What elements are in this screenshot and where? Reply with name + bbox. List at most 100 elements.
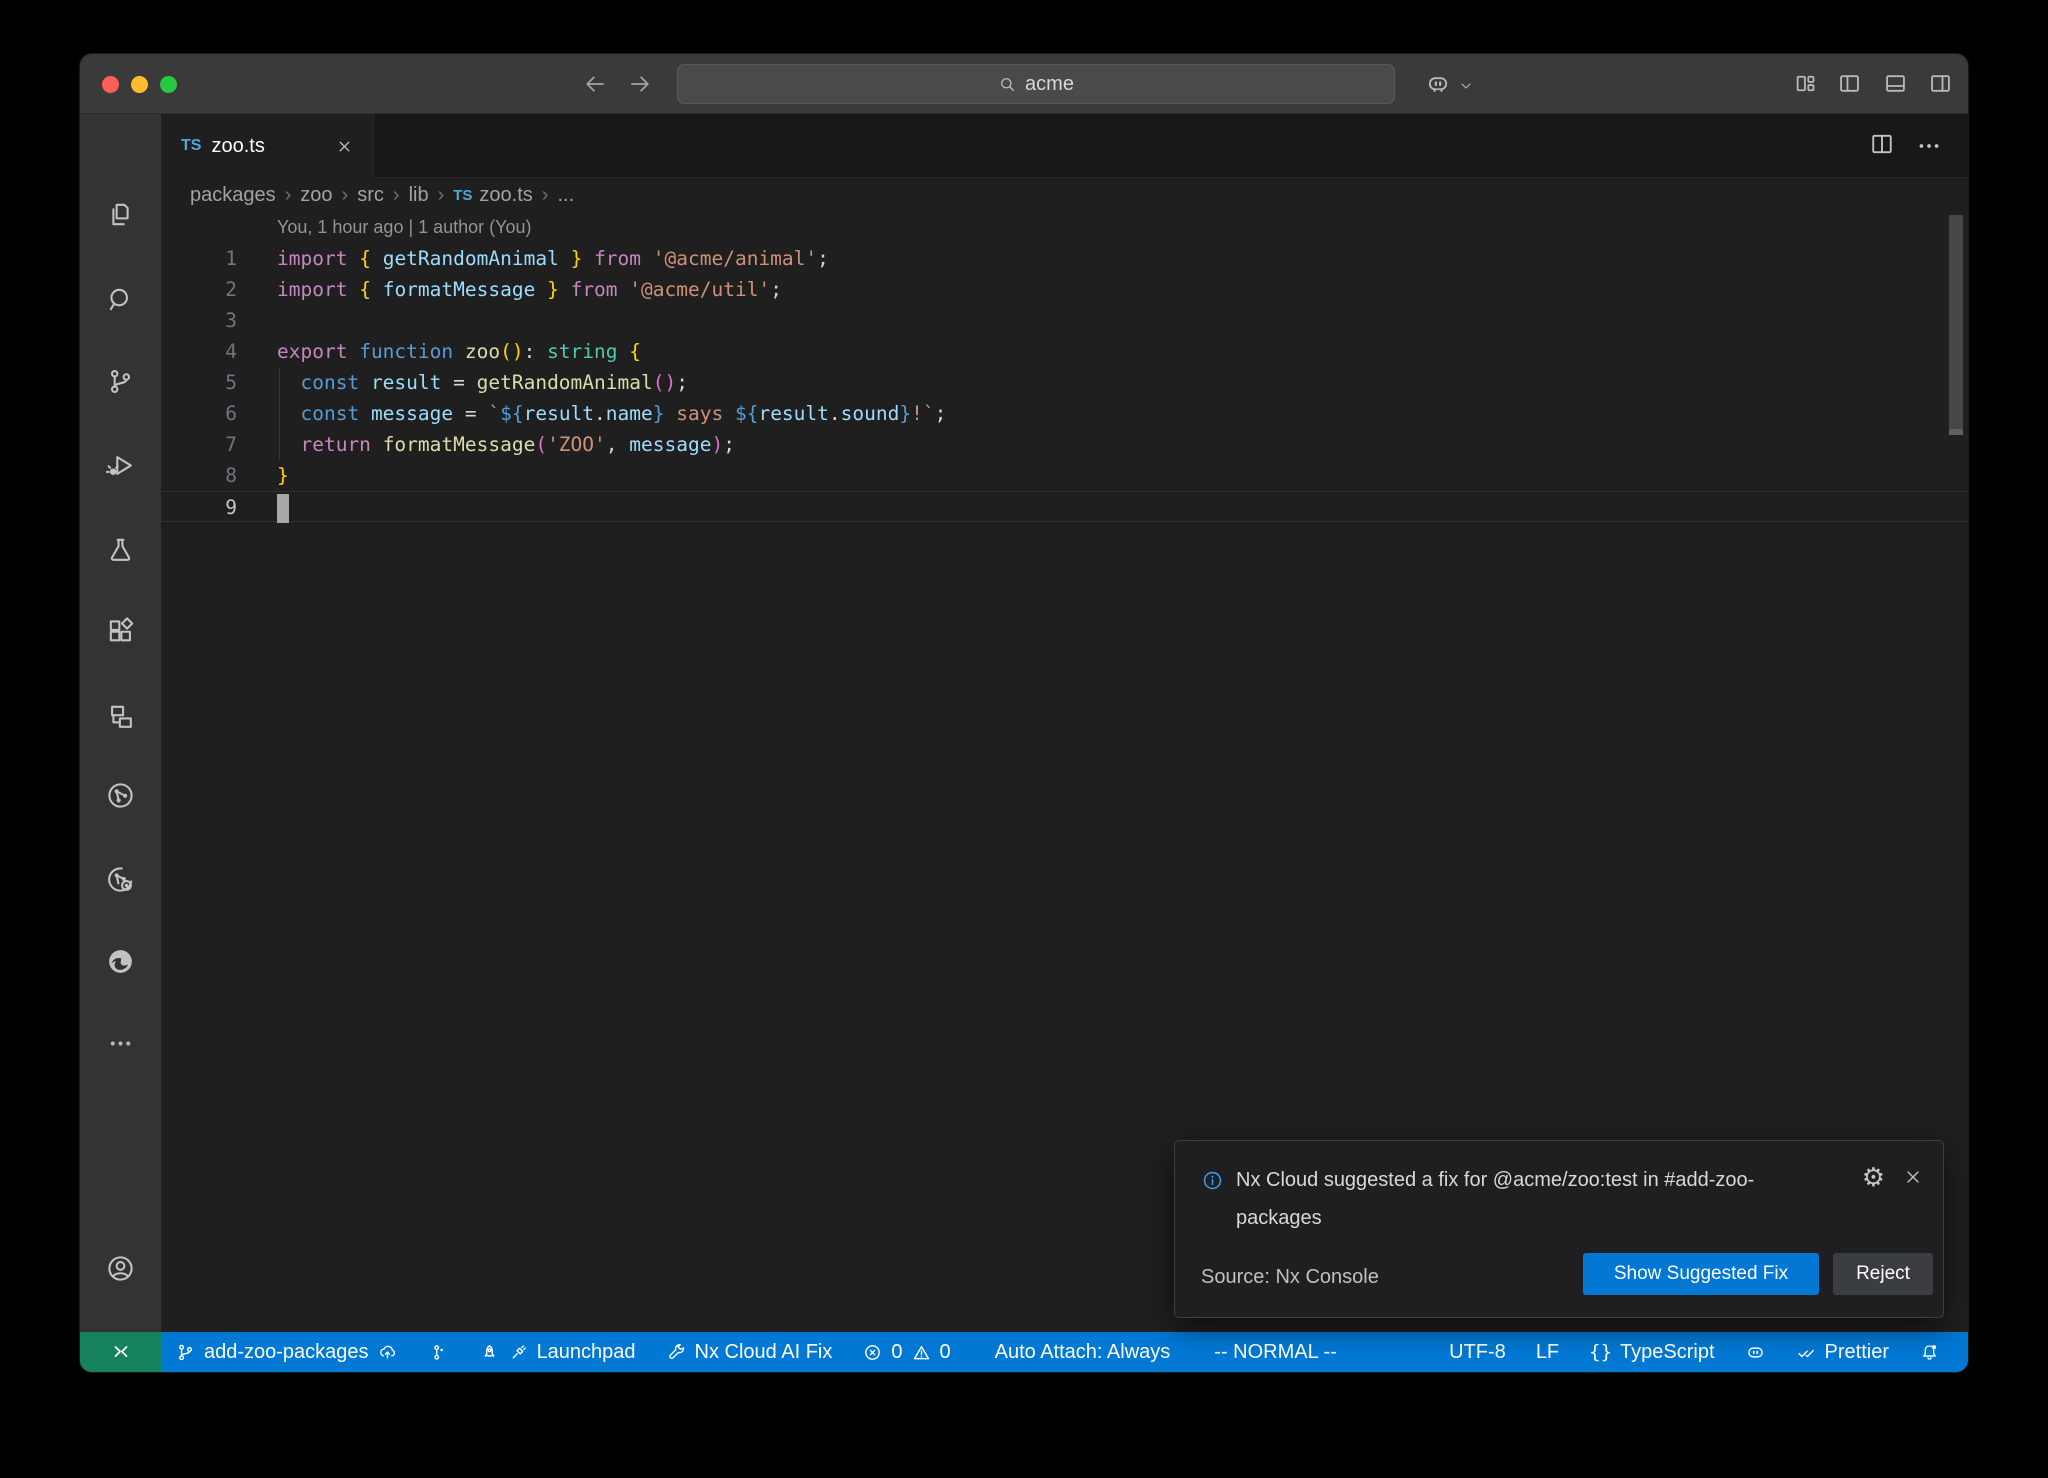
remote-indicator[interactable] — [80, 1332, 161, 1372]
formatter-status[interactable]: Prettier — [1796, 1341, 1889, 1364]
breadcrumb-item[interactable]: lib — [409, 184, 429, 207]
code-text: import { getRandomAnimal } from '@acme/a… — [277, 243, 829, 274]
code-line[interactable]: 6 const message = `${result.name} says $… — [161, 398, 1968, 429]
gear-icon[interactable]: ⚙ — [1862, 1165, 1885, 1191]
code-token: ; — [676, 371, 688, 394]
code-line[interactable]: 4export function zoo(): string { — [161, 336, 1968, 367]
code-token: '@acme/animal' — [653, 247, 817, 270]
close-window-button[interactable] — [102, 76, 119, 93]
line-number: 6 — [161, 398, 237, 429]
reject-button[interactable]: Reject — [1833, 1253, 1933, 1295]
code-token: export — [277, 340, 347, 363]
code-token: = — [453, 402, 488, 425]
hierarchy-icon[interactable] — [80, 692, 161, 740]
split-editor-icon[interactable] — [1868, 130, 1896, 158]
toggle-primary-sidebar-icon[interactable] — [1836, 70, 1863, 97]
code-token: ` — [488, 402, 500, 425]
account-icon[interactable] — [80, 1244, 161, 1292]
code-token — [359, 402, 371, 425]
code-token — [371, 278, 383, 301]
code-line[interactable]: 8} — [161, 460, 1968, 491]
copilot-icon[interactable] — [1424, 70, 1452, 98]
code-line[interactable]: 1import { getRandomAnimal } from '@acme/… — [161, 243, 1968, 274]
code-token: } — [277, 464, 289, 487]
source-control-icon[interactable] — [80, 357, 161, 405]
vim-mode-status[interactable]: -- NORMAL -- — [1214, 1341, 1337, 1364]
code-token: ( — [535, 433, 547, 456]
breadcrumb-item[interactable]: TSzoo.ts — [453, 184, 533, 207]
code-token: '@acme/util' — [629, 278, 770, 301]
copilot-status[interactable] — [1745, 1342, 1766, 1363]
code-line[interactable]: 2import { formatMessage } from '@acme/ut… — [161, 274, 1968, 305]
zoom-window-button[interactable] — [160, 76, 177, 93]
code-token: ; — [723, 433, 735, 456]
explorer-icon[interactable] — [80, 190, 161, 238]
plug-icon — [508, 1342, 529, 1363]
double-check-icon — [1796, 1342, 1817, 1363]
code-token — [453, 340, 465, 363]
code-token: from — [571, 278, 618, 301]
more-actions-icon[interactable] — [1916, 136, 1942, 156]
close-icon[interactable] — [1903, 1167, 1923, 1187]
scrollbar[interactable] — [1949, 215, 1963, 435]
breadcrumb-item[interactable]: src — [357, 184, 384, 207]
nx-console-icon[interactable] — [80, 771, 161, 819]
extensions-icon[interactable] — [80, 607, 161, 655]
breadcrumb-separator: › — [342, 184, 349, 207]
code-token — [582, 247, 594, 270]
breadcrumb[interactable]: packages›zoo›src›lib›TSzoo.ts›... — [161, 178, 1968, 212]
code-line[interactable]: 5 const result = getRandomAnimal(); — [161, 367, 1968, 398]
code-line[interactable]: 9 — [161, 491, 1968, 522]
code-line[interactable]: 3 — [161, 305, 1968, 336]
eol-status[interactable]: LF — [1536, 1341, 1559, 1364]
vscode-window: acme — [80, 54, 1968, 1372]
git-branch-status[interactable]: add-zoo-packages — [175, 1341, 398, 1364]
nx-cloud-icon[interactable] — [80, 855, 161, 903]
launchpad-status[interactable]: Launchpad — [479, 1341, 636, 1364]
warnings-icon — [911, 1342, 932, 1363]
code-token: message — [371, 402, 453, 425]
notifications-bell[interactable] — [1919, 1342, 1940, 1363]
language-status[interactable]: {} TypeScript — [1589, 1341, 1714, 1364]
more-icon[interactable] — [80, 1019, 161, 1067]
run-debug-icon[interactable] — [80, 441, 161, 489]
tab-bar: TS zoo.ts — [161, 114, 1968, 178]
code-token: const — [300, 402, 359, 425]
code-token: ) — [711, 433, 723, 456]
auto-attach-status[interactable]: Auto Attach: Always — [995, 1341, 1171, 1364]
toggle-secondary-sidebar-icon[interactable] — [1927, 70, 1954, 97]
code-token: , — [606, 433, 629, 456]
code-token: ${ — [735, 402, 758, 425]
tab-zoo-ts[interactable]: TS zoo.ts — [161, 114, 374, 178]
close-tab-icon[interactable] — [333, 135, 355, 157]
code-token: function — [359, 340, 453, 363]
breadcrumb-item[interactable]: ... — [557, 184, 574, 207]
code-token: name — [606, 402, 653, 425]
code-token — [347, 340, 359, 363]
nx-cloud-fix-status[interactable]: Nx Cloud AI Fix — [666, 1341, 833, 1364]
chevron-down-icon[interactable] — [1458, 78, 1474, 94]
back-arrow-icon[interactable] — [578, 68, 612, 100]
search-icon — [998, 75, 1017, 94]
commit-graph-status[interactable] — [428, 1342, 449, 1363]
code-token — [371, 247, 383, 270]
code-token: sound — [841, 402, 900, 425]
edge-browser-icon[interactable] — [80, 937, 161, 985]
minimize-window-button[interactable] — [131, 76, 148, 93]
problems-status[interactable]: 0 0 — [862, 1341, 950, 1364]
testing-icon[interactable] — [80, 525, 161, 573]
forward-arrow-icon[interactable] — [623, 68, 657, 100]
code-line[interactable]: 7 return formatMessage('ZOO', message); — [161, 429, 1968, 460]
show-suggested-fix-button[interactable]: Show Suggested Fix — [1583, 1253, 1819, 1295]
screen: { "title_bar": { "search_value": "acme",… — [0, 0, 2048, 1478]
encoding-status[interactable]: UTF-8 — [1449, 1341, 1506, 1364]
code-token: } — [653, 402, 665, 425]
search-icon[interactable] — [80, 275, 161, 323]
code-token: getRandomAnimal — [477, 371, 653, 394]
breadcrumb-item[interactable]: zoo — [300, 184, 332, 207]
code-token: zoo — [465, 340, 500, 363]
breadcrumb-item[interactable]: packages — [190, 184, 276, 207]
command-center-search[interactable]: acme — [677, 64, 1395, 104]
customize-layout-icon[interactable] — [1792, 70, 1819, 97]
toggle-panel-icon[interactable] — [1882, 70, 1909, 97]
